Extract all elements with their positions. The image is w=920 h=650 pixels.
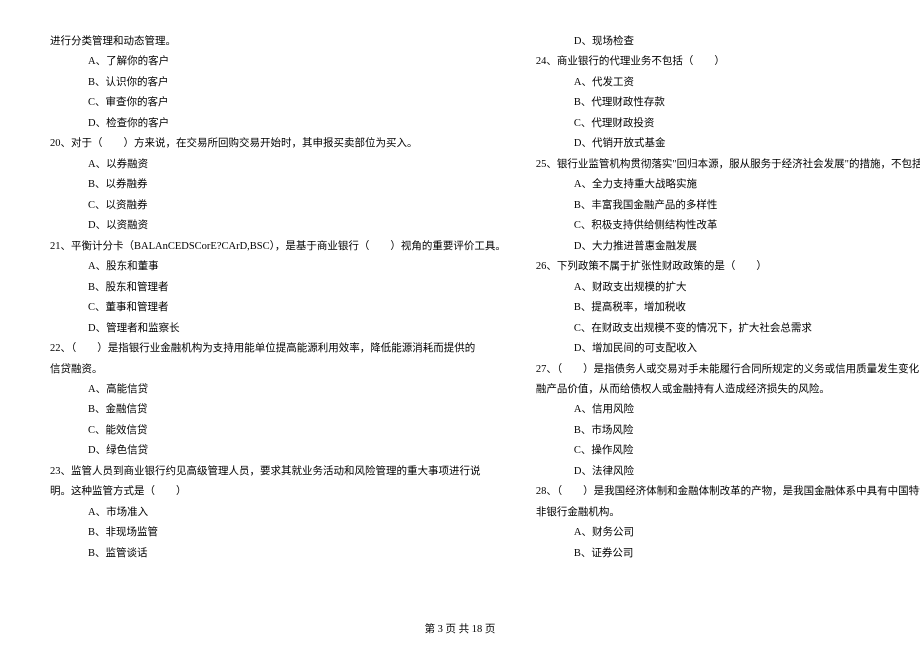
q23-option-c: B、监管谈话 (88, 544, 506, 564)
q23-option-d: D、现场检查 (574, 32, 920, 52)
q25-option-c: C、积极支持供给侧结构性改革 (574, 216, 920, 236)
q23-option-b: B、非现场监管 (88, 523, 506, 543)
q28-option-b: B、证券公司 (574, 544, 920, 564)
q21-option-d: D、管理者和监察长 (88, 319, 506, 339)
q24-option-b: B、代理财政性存款 (574, 93, 920, 113)
left-column: 进行分类管理和动态管理。 A、了解你的客户 B、认识你的客户 C、审查你的客户 … (50, 32, 506, 564)
q22-stem-line2: 信贷融资。 (50, 360, 506, 380)
q22-option-a: A、高能信贷 (88, 380, 506, 400)
q25-option-b: B、丰富我国金融产品的多样性 (574, 196, 920, 216)
q19-option-a: A、了解你的客户 (88, 52, 506, 72)
page-footer: 第 3 页 共 18 页 (0, 621, 920, 636)
q27-option-a: A、信用风险 (574, 400, 920, 420)
q24-option-a: A、代发工资 (574, 73, 920, 93)
q24-option-d: D、代销开放式基金 (574, 134, 920, 154)
q27-option-c: C、操作风险 (574, 441, 920, 461)
q27-stem-line2: 融产品价值，从而给债权人或金融持有人造成经济损失的风险。 (536, 380, 920, 400)
q27-stem-line1: 27、（ ）是指债务人或交易对手未能履行合同所规定的义务或信用质量发生变化，影响… (536, 360, 920, 380)
q26-option-c: C、在财政支出规模不变的情况下，扩大社会总需求 (574, 319, 920, 339)
q28-stem-line2: 非银行金融机构。 (536, 503, 920, 523)
q19-continuation: 进行分类管理和动态管理。 (50, 32, 506, 52)
q21-stem: 21、平衡计分卡（BALAnCEDSCorE?CArD,BSC），是基于商业银行… (50, 237, 506, 257)
q19-option-d: D、检查你的客户 (88, 114, 506, 134)
q28-option-a: A、财务公司 (574, 523, 920, 543)
q22-option-d: D、绿色信贷 (88, 441, 506, 461)
q19-option-b: B、认识你的客户 (88, 73, 506, 93)
q20-stem: 20、对于（ ）方来说，在交易所回购交易开始时，其申报买卖部位为买入。 (50, 134, 506, 154)
q20-option-a: A、以券融资 (88, 155, 506, 175)
q22-stem-line1: 22、（ ）是指银行业金融机构为支持用能单位提高能源利用效率，降低能源消耗而提供… (50, 339, 506, 359)
q25-stem: 25、银行业监管机构贯彻落实"回归本源，服从服务于经济社会发展"的措施，不包括（… (536, 155, 920, 175)
q19-option-c: C、审查你的客户 (88, 93, 506, 113)
q26-option-a: A、财政支出规模的扩大 (574, 278, 920, 298)
q23-option-a: A、市场准入 (88, 503, 506, 523)
q27-option-b: B、市场风险 (574, 421, 920, 441)
q22-option-c: C、能效信贷 (88, 421, 506, 441)
q23-stem-line2: 明。这种监管方式是（ ） (50, 482, 506, 502)
q25-option-d: D、大力推进普惠金融发展 (574, 237, 920, 257)
q20-option-b: B、以券融券 (88, 175, 506, 195)
q22-option-b: B、金融信贷 (88, 400, 506, 420)
q23-stem-line1: 23、监管人员到商业银行约见高级管理人员，要求其就业务活动和风险管理的重大事项进… (50, 462, 506, 482)
q27-option-d: D、法律风险 (574, 462, 920, 482)
q28-stem-line1: 28、（ ）是我国经济体制和金融体制改革的产物，是我国金融体系中具有中国特色的一… (536, 482, 920, 502)
q24-stem: 24、商业银行的代理业务不包括（ ） (536, 52, 920, 72)
right-column: D、现场检查 24、商业银行的代理业务不包括（ ） A、代发工资 B、代理财政性… (536, 32, 920, 564)
q21-option-a: A、股东和董事 (88, 257, 506, 277)
q25-option-a: A、全力支持重大战略实施 (574, 175, 920, 195)
q26-stem: 26、下列政策不属于扩张性财政政策的是（ ） (536, 257, 920, 277)
q20-option-d: D、以资融资 (88, 216, 506, 236)
q26-option-b: B、提高税率，增加税收 (574, 298, 920, 318)
q20-option-c: C、以资融券 (88, 196, 506, 216)
q21-option-b: B、股东和管理者 (88, 278, 506, 298)
q26-option-d: D、增加民间的可支配收入 (574, 339, 920, 359)
q24-option-c: C、代理财政投资 (574, 114, 920, 134)
q21-option-c: C、董事和管理者 (88, 298, 506, 318)
